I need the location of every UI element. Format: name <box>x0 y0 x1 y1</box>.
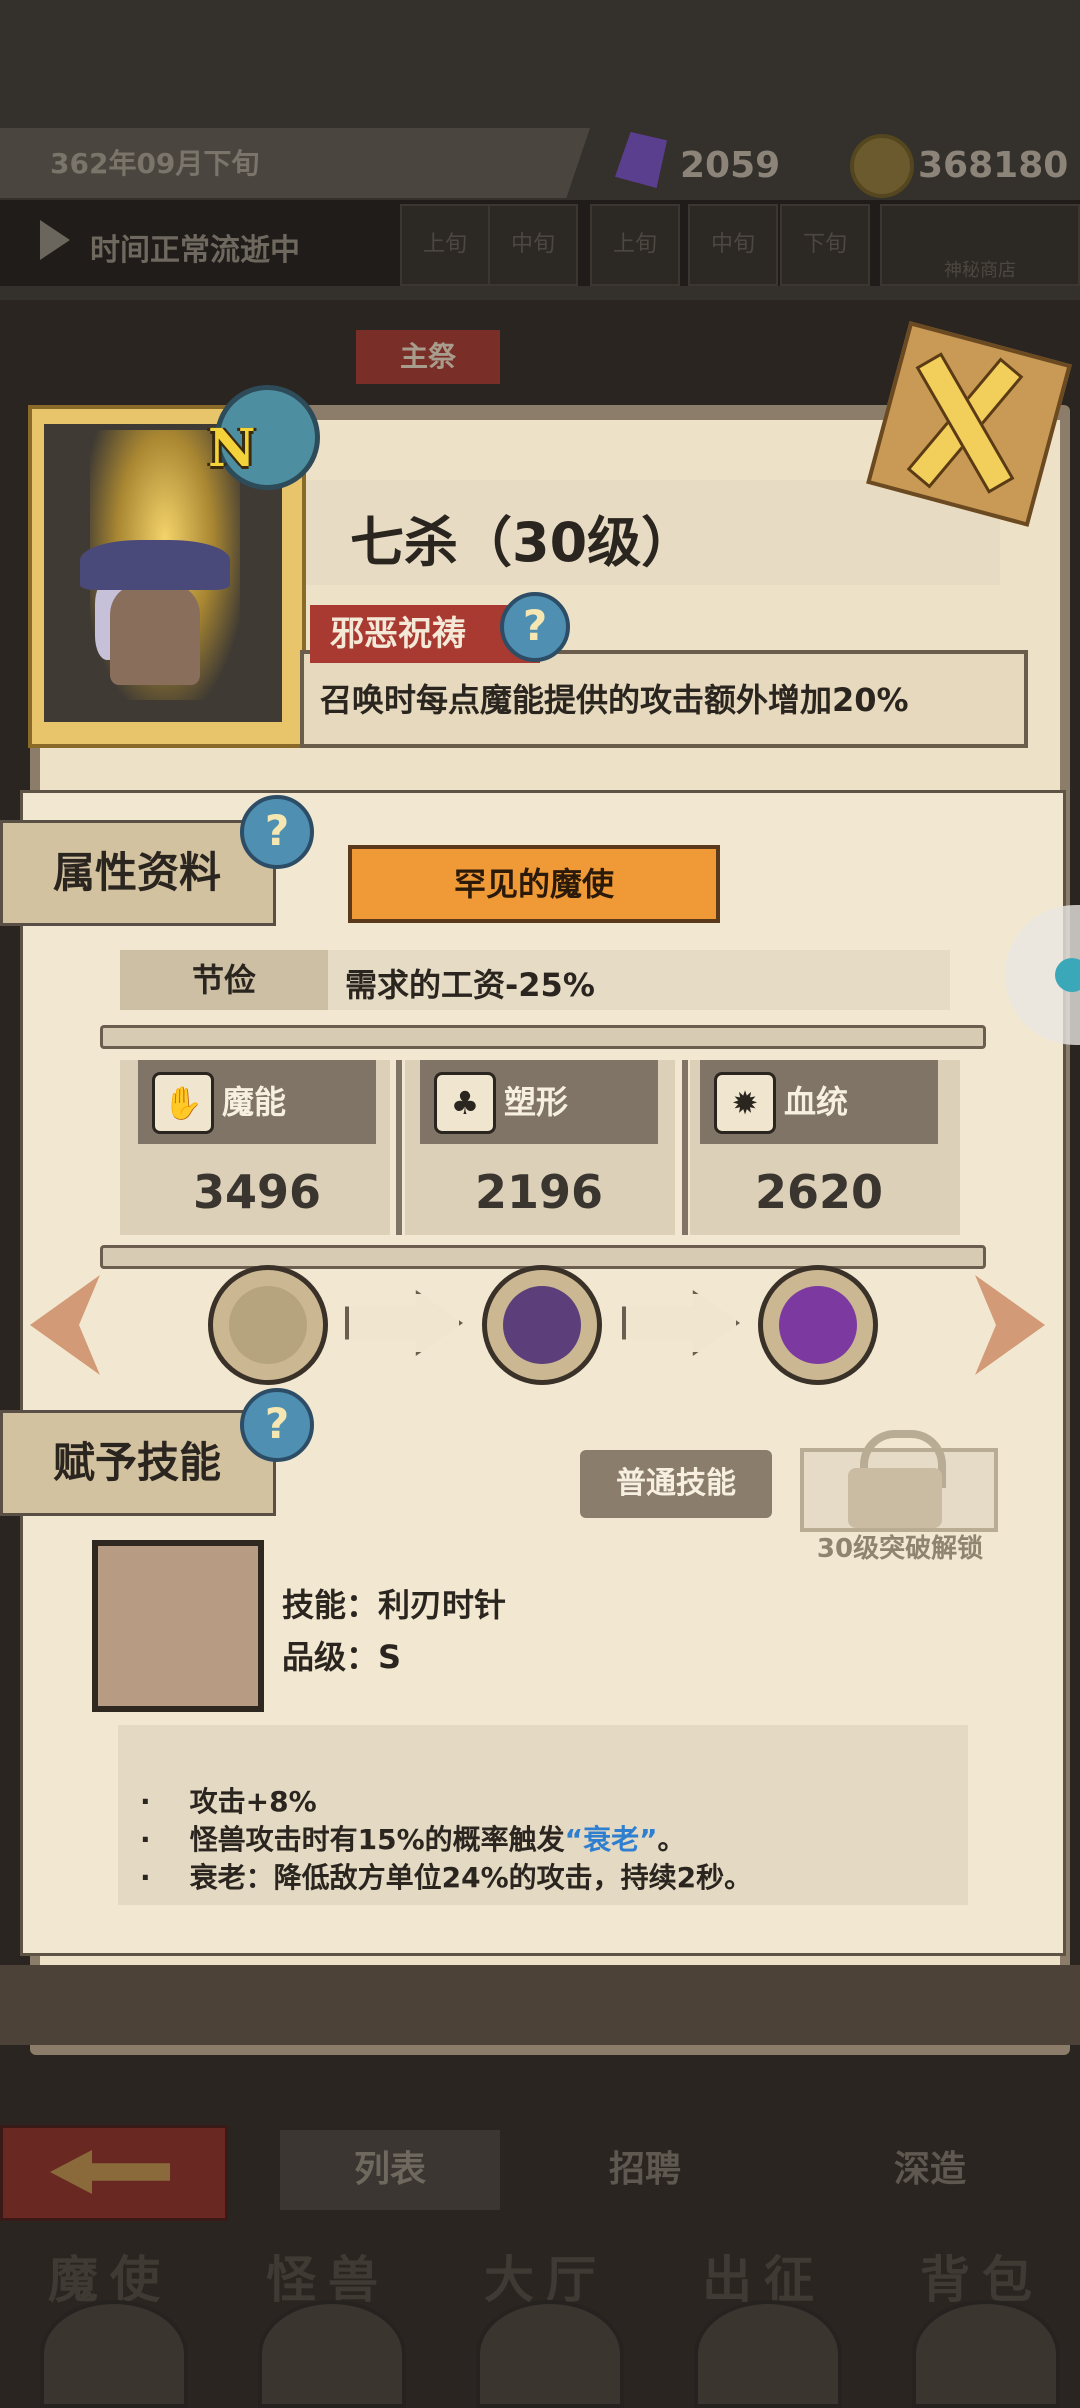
crescent-emblem-icon <box>503 1286 581 1364</box>
character-body <box>110 585 200 685</box>
tab-list[interactable]: 列表 <box>280 2130 500 2210</box>
stat-header-blood: ✹ 血统 <box>700 1060 938 1144</box>
time-slot-next-late[interactable]: 下旬 <box>780 204 870 286</box>
desc-text: 。 <box>657 1823 686 1856</box>
hall-icon[interactable] <box>476 2300 624 2408</box>
character-name: 七杀（30级） <box>350 511 696 574</box>
gold-coin-icon <box>850 134 914 198</box>
monster-icon[interactable] <box>258 2300 406 2408</box>
time-slot-next-mid[interactable]: 中旬 <box>688 204 778 286</box>
evolution-stage-1[interactable] <box>208 1265 328 1385</box>
perk-value: 需求的工资-25% <box>345 966 595 1004</box>
skill-grade: 品级：S <box>282 1638 402 1676</box>
time-slot-mid[interactable]: 中旬 <box>488 204 578 286</box>
trait-help-icon[interactable]: ? <box>500 592 570 662</box>
desc-text: 怪兽攻击时有15%的概率触发 <box>189 1823 565 1856</box>
crystal-count: 2059 <box>680 145 781 186</box>
perk-label: 节俭 <box>120 950 328 1010</box>
skull-icon[interactable] <box>40 2300 188 2408</box>
stat-header-shape: ♣ 塑形 <box>420 1060 658 1144</box>
stat-divider <box>396 1060 402 1235</box>
stat-value-shape: 2196 <box>474 1165 604 1219</box>
backpack-icon[interactable] <box>912 2300 1060 2408</box>
tab-recruit[interactable]: 招聘 <box>535 2130 755 2210</box>
lock-body <box>848 1468 942 1528</box>
skill-name: 技能：利刃时针 <box>282 1586 507 1624</box>
evolution-stage-2[interactable] <box>482 1265 602 1385</box>
skill-icon[interactable] <box>92 1540 264 1712</box>
bullet: · <box>140 1823 151 1856</box>
demon-claw-icon: ✋ <box>152 1072 214 1134</box>
rarity-banner: 罕见的魔使 <box>348 845 720 923</box>
stat-label-magic: 魔能 <box>222 1083 287 1121</box>
evolution-stage-3[interactable] <box>758 1265 878 1385</box>
stat-label-shape: 塑形 <box>504 1083 569 1121</box>
gold-count: 368180 <box>918 145 1069 186</box>
time-slot-early[interactable]: 上旬 <box>400 204 490 286</box>
skill-help-icon[interactable]: ? <box>240 1388 314 1462</box>
skill-desc-line-3: · 衰老：降低敌方单位24%的攻击，持续2秒。 <box>140 1856 752 1896</box>
eye-sigil-icon <box>779 1286 857 1364</box>
stat-rail-top <box>100 1025 986 1049</box>
attributes-help-icon[interactable]: ? <box>240 795 314 869</box>
rarity-badge: N <box>208 418 256 479</box>
main-tab[interactable]: 主祭 <box>356 330 500 384</box>
body-shape-icon: ♣ <box>434 1072 496 1134</box>
skill-section-title: 赋予技能 <box>0 1410 276 1516</box>
desc-text: 攻击+8% <box>189 1785 317 1818</box>
stat-header-magic: ✋ 魔能 <box>138 1060 376 1144</box>
stat-value-magic: 3496 <box>192 1165 322 1219</box>
game-date: 362年09月下旬 <box>50 147 260 180</box>
aging-keyword-link[interactable]: “衰老” <box>565 1823 658 1856</box>
decorative-band <box>0 1965 1080 2045</box>
time-slot-next-early[interactable]: 上旬 <box>590 204 680 286</box>
character-hat <box>80 540 230 590</box>
stat-label-blood: 血统 <box>784 1083 849 1121</box>
expedition-icon[interactable] <box>694 2300 842 2408</box>
stat-divider <box>682 1060 688 1235</box>
mystery-shop-button[interactable]: 神秘商店 <box>880 204 1080 286</box>
skill-desc-line-1: · 攻击+8% <box>140 1780 317 1820</box>
bullet: · <box>140 1861 151 1894</box>
tab-advance[interactable]: 深造 <box>820 2130 1040 2210</box>
stat-value-blood: 2620 <box>754 1165 884 1219</box>
bullet: · <box>140 1785 151 1818</box>
attributes-section-title: 属性资料 <box>0 820 276 926</box>
unlock-requirement: 30级突破解锁 <box>816 1534 984 1564</box>
time-status: 时间正常流逝中 <box>90 233 300 268</box>
desc-text: 衰老：降低敌方单位24%的攻击，持续2秒。 <box>189 1861 753 1894</box>
trait-description: 召唤时每点魔能提供的攻击额外增加20% <box>320 681 909 719</box>
play-icon[interactable] <box>40 220 70 260</box>
bloodline-gear-icon: ✹ <box>714 1072 776 1134</box>
normal-skill-button[interactable]: 普通技能 <box>580 1450 772 1518</box>
hooded-figure-icon <box>229 1286 307 1364</box>
skill-desc-line-2: · 怪兽攻击时有15%的概率触发“衰老”。 <box>140 1818 686 1858</box>
